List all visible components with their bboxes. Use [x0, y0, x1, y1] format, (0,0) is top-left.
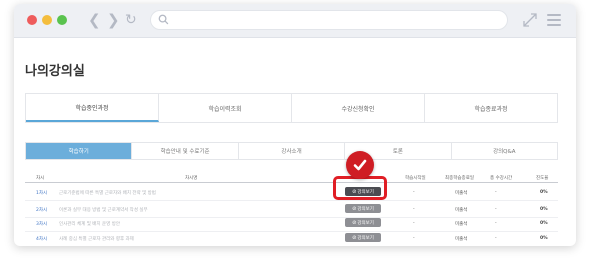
header-last-study-date: 최종학습종료일 [445, 176, 474, 181]
row-progress: 0% [540, 236, 548, 241]
row-total-study: - [495, 190, 497, 195]
row-title: 인사관리 체계 및 배치 운영 방안 [59, 222, 120, 227]
header-progress: 진도율 [536, 176, 549, 181]
row-progress: 0% [540, 207, 548, 212]
menu-icon[interactable] [547, 14, 561, 26]
row-progress: 0% [540, 221, 548, 226]
tab-completed-courses[interactable]: 학습종료과정 [425, 94, 557, 122]
play-circle-icon: ⊘ [352, 234, 357, 241]
study-button-label: 강의보기 [357, 206, 374, 212]
browser-titlebar: ❮ ❯ ↻ [14, 4, 576, 38]
table-header: 차시 차시명 학습시작일 최종학습종료일 총 수강시간 진도율 [25, 172, 558, 183]
tab-guide-completion[interactable]: 학습안내 및 수료기준 [132, 143, 239, 159]
address-bar[interactable] [150, 10, 508, 30]
header-total-study: 총 수강시간 [490, 176, 513, 181]
study-button-label: 강의보기 [357, 235, 374, 241]
row-order: 3차시 [36, 222, 48, 227]
expand-icon[interactable] [523, 13, 537, 27]
row-order: 2차시 [36, 208, 48, 213]
row-title: 근로기준법에 따른 특별 근로자와 배치 전략 및 방법 [59, 191, 156, 196]
tab-qna[interactable]: 강의Q&A [452, 143, 557, 159]
study-button[interactable]: ⊘ 강의보기 [345, 233, 381, 242]
study-button[interactable]: ⊘ 강의보기 [345, 218, 381, 227]
main-tabs: 학습중인과정 학습이력조회 수강신청확인 학습종료과정 [25, 93, 558, 123]
header-start-date: 학습시작일 [405, 176, 426, 181]
highlight-box [333, 176, 387, 200]
browser-window: ❮ ❯ ↻ 나의강의실 학습중인과정 학습이력조회 수강신청확인 학습종료과정 … [14, 4, 576, 246]
checkmark-icon [346, 151, 374, 179]
minimize-window-button[interactable] [42, 15, 52, 25]
row-order: 1차시 [36, 191, 48, 196]
tab-study[interactable]: 학습하기 [26, 143, 133, 159]
row-title: 사례 중심 특별 근로자 관리와 향후 과제 [59, 237, 134, 242]
header-order: 차시 [36, 176, 45, 181]
row-order: 4차시 [36, 237, 48, 242]
row-status: 미출석 [455, 208, 468, 213]
tab-instructor[interactable]: 강사소개 [239, 143, 346, 159]
forward-icon[interactable]: ❯ [107, 12, 120, 28]
tab-learning-in-progress[interactable]: 학습중인과정 [26, 94, 159, 122]
search-icon [158, 14, 169, 25]
row-start-date: - [413, 190, 415, 195]
checkmark-glyph [353, 159, 367, 171]
tab-enrollment-check[interactable]: 수강신청확인 [292, 94, 425, 122]
close-window-button[interactable] [27, 15, 37, 25]
table-row: 4차시 사례 중심 특별 근로자 관리와 향후 과제 ⊘ 강의보기 - 미출석 … [25, 230, 558, 246]
back-icon[interactable]: ❮ [88, 12, 101, 28]
page-title: 나의강의실 [25, 64, 85, 79]
play-circle-icon: ⊘ [352, 205, 357, 212]
play-circle-icon: ⊘ [352, 219, 357, 226]
row-total-study: - [495, 221, 497, 226]
table-row: 1차시 근로기준법에 따른 특별 근로자와 배치 전략 및 방법 ⊘ 강의보기 … [25, 184, 558, 201]
row-status: 미출석 [455, 222, 468, 227]
reload-icon[interactable]: ↻ [125, 12, 137, 28]
header-title: 차시명 [185, 176, 198, 181]
row-status: 미출석 [455, 191, 468, 196]
row-start-date: - [413, 236, 415, 241]
study-button[interactable]: ⊘ 강의보기 [345, 204, 381, 213]
row-total-study: - [495, 236, 497, 241]
row-start-date: - [413, 207, 415, 212]
row-progress: 0% [540, 190, 548, 195]
sub-tabs: 학습하기 학습안내 및 수료기준 강사소개 토론 강의Q&A [25, 142, 558, 160]
study-button-label: 강의보기 [357, 220, 374, 226]
maximize-window-button[interactable] [57, 15, 67, 25]
row-total-study: - [495, 207, 497, 212]
row-start-date: - [413, 221, 415, 226]
tab-learning-history[interactable]: 학습이력조회 [159, 94, 292, 122]
row-title: 이론과 실무 대응 방법 및 근로계약서 작성 실무 [59, 208, 148, 213]
row-status: 미출석 [455, 237, 468, 242]
